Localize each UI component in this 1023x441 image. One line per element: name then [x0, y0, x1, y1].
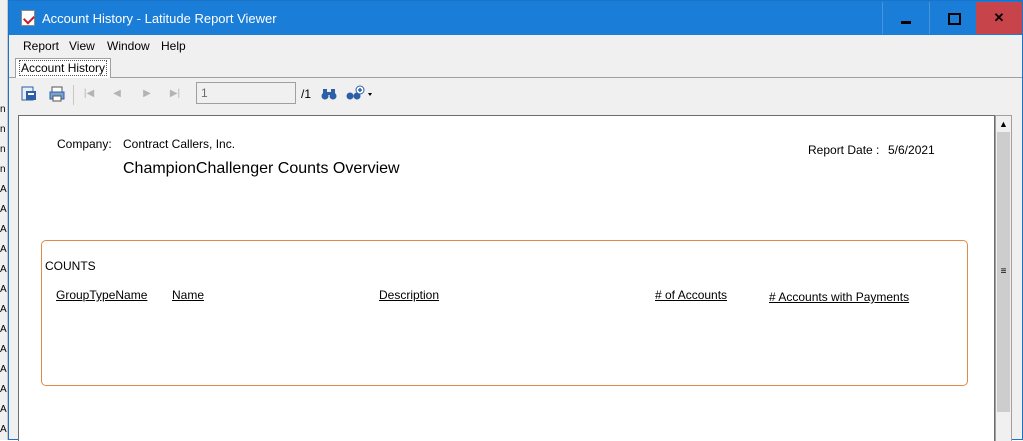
previous-page-icon[interactable]: ◀ — [107, 85, 127, 103]
background-letter: A — [0, 424, 7, 435]
menu-view[interactable]: View — [69, 39, 95, 53]
background-letter: n — [0, 164, 6, 175]
counts-section-box — [41, 240, 968, 386]
print-icon[interactable] — [47, 85, 67, 103]
tab-label: Account History — [18, 60, 108, 76]
zoom-dropdown-icon[interactable] — [345, 85, 375, 103]
background-letter: A — [0, 264, 7, 275]
vertical-scrollbar[interactable]: ▲ ≡ — [995, 115, 1012, 441]
background-letter: A — [0, 364, 7, 375]
maximize-button[interactable] — [929, 2, 975, 34]
window-title: Account History - Latitude Report Viewer — [42, 11, 277, 26]
background-letter: A — [0, 324, 7, 335]
page-number-input[interactable] — [196, 82, 296, 104]
background-letter: A — [0, 224, 7, 235]
tab-account-history[interactable]: Account History — [15, 58, 112, 78]
title-bar[interactable]: Account History - Latitude Report Viewer… — [9, 1, 1022, 35]
background-letter: A — [0, 404, 7, 415]
company-name: Contract Callers, Inc. — [123, 137, 236, 151]
export-icon[interactable] — [19, 85, 39, 103]
report-toolbar: |◀ ◀ ▶ ▶| /1 — [9, 79, 1022, 111]
report-app-icon — [21, 10, 35, 26]
report-canvas: Company: Contract Callers, Inc. Champion… — [18, 115, 995, 441]
background-letter: A — [0, 284, 7, 295]
background-letter: A — [0, 184, 7, 195]
minimize-button[interactable] — [882, 2, 928, 34]
toolbar-separator — [73, 85, 74, 105]
last-page-icon[interactable]: ▶| — [165, 85, 185, 103]
background-window-strip: nnnnAAAAAAAAAAAAA — [0, 0, 8, 440]
background-letter: n — [0, 144, 6, 155]
scroll-up-icon[interactable]: ▲ — [997, 117, 1010, 131]
report-title: ChampionChallenger Counts Overview — [123, 160, 400, 177]
background-letter: A — [0, 384, 7, 395]
background-letter: A — [0, 344, 7, 355]
menu-bar: Report View Window Help — [9, 35, 1022, 55]
company-label: Company: — [57, 137, 112, 151]
menu-help[interactable]: Help — [161, 39, 186, 53]
page-total: /1 — [301, 87, 312, 101]
background-letter: n — [0, 104, 6, 115]
column-header-name: Name — [172, 288, 205, 302]
report-date-value: 5/6/2021 — [888, 143, 935, 157]
background-letter: n — [0, 124, 6, 135]
report-viewer-window: Account History - Latitude Report Viewer… — [8, 0, 1023, 441]
background-letter: A — [0, 204, 7, 215]
column-header-accounts-with-payments: # Accounts with Payments — [769, 290, 910, 304]
column-header-grouptypename: GroupTypeName — [56, 288, 148, 302]
menu-report[interactable]: Report — [23, 39, 59, 53]
background-letter: A — [0, 244, 7, 255]
column-header-description: Description — [379, 288, 440, 302]
menu-window[interactable]: Window — [107, 39, 150, 53]
find-binoculars-icon[interactable] — [319, 85, 339, 103]
close-button[interactable]: ✕ — [976, 2, 1022, 34]
column-header-accounts: # of Accounts — [655, 288, 728, 302]
report-date-label: Report Date : — [808, 143, 880, 157]
first-page-icon[interactable]: |◀ — [79, 85, 99, 103]
document-tab-strip: Account History — [9, 55, 1022, 78]
scrollbar-grip-icon: ≡ — [1000, 266, 1007, 277]
counts-section-title: COUNTS — [45, 259, 96, 273]
next-page-icon[interactable]: ▶ — [137, 85, 157, 103]
background-letter: A — [0, 304, 7, 315]
